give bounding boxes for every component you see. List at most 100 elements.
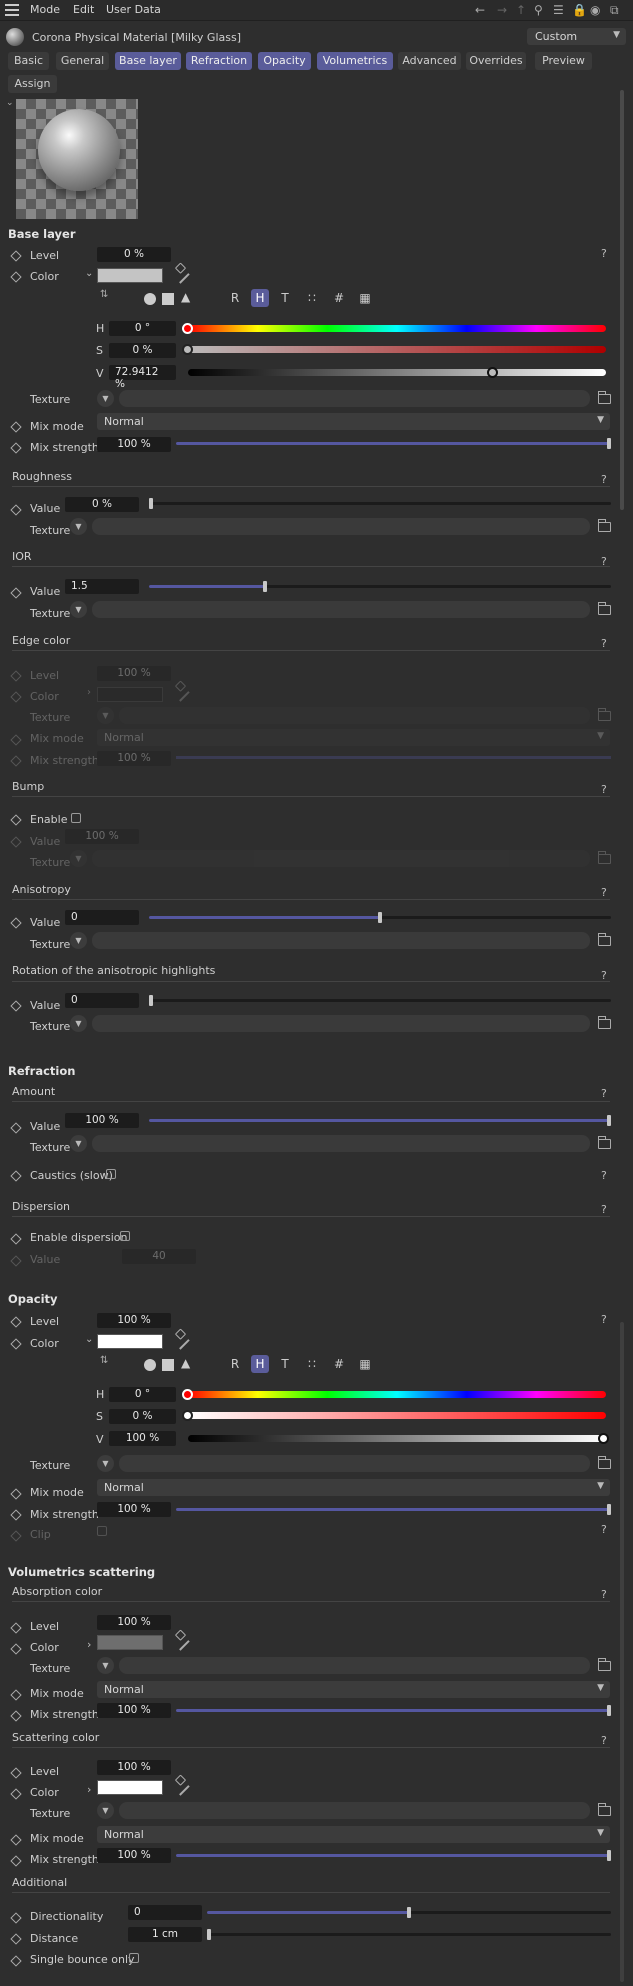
slider-knob[interactable] <box>378 912 382 923</box>
ior-value-field[interactable]: 1.5 <box>65 579 139 594</box>
slider-knob[interactable] <box>407 1907 411 1918</box>
image-picker-icon[interactable]: ▲ <box>181 290 190 304</box>
folder-icon[interactable] <box>598 1658 611 1671</box>
scattering-mix-strength-slider[interactable] <box>176 1850 611 1861</box>
search-icon[interactable]: ⚲ <box>534 3 543 17</box>
eyedropper-icon[interactable] <box>171 1331 190 1350</box>
anisotropy-value-field[interactable]: 0 <box>65 910 139 925</box>
base-saturation-field[interactable]: 0 % <box>109 343 176 358</box>
circle-picker-icon[interactable] <box>144 1359 156 1371</box>
keyframe-diamond-icon[interactable] <box>10 1170 22 1182</box>
hue-knob[interactable] <box>182 323 193 334</box>
slider-knob[interactable] <box>607 438 611 449</box>
keyframe-diamond-icon[interactable] <box>10 814 22 826</box>
back-arrow-icon[interactable]: ← <box>475 3 485 17</box>
distance-field[interactable]: 1 cm <box>128 1927 202 1942</box>
filter-icon[interactable]: ☰ <box>553 3 564 17</box>
keyframe-diamond-icon[interactable] <box>10 1834 22 1846</box>
keyframe-diamond-icon[interactable] <box>10 1509 22 1521</box>
keyframe-diamond-icon[interactable] <box>10 587 22 599</box>
mode-rgb[interactable]: R <box>226 1355 244 1373</box>
texture-menu-button[interactable]: ▼ <box>70 518 87 535</box>
keyframe-diamond-icon[interactable] <box>10 1643 22 1655</box>
keyframe-diamond-icon[interactable] <box>10 1767 22 1779</box>
scrollbar[interactable] <box>620 90 624 510</box>
keyframe-diamond-icon[interactable] <box>10 1000 22 1012</box>
chevron-down-icon[interactable]: ⌄ <box>85 268 93 279</box>
help-icon[interactable]: ? <box>601 247 607 260</box>
value-slider[interactable] <box>188 367 606 378</box>
tab-overrides[interactable]: Overrides <box>466 52 526 70</box>
slider-knob[interactable] <box>607 1504 611 1515</box>
folder-icon[interactable] <box>598 1136 611 1149</box>
base-mix-strength-slider[interactable] <box>176 438 611 449</box>
hue-slider[interactable] <box>182 323 606 334</box>
menu-user-data[interactable]: User Data <box>106 3 161 16</box>
slider-knob[interactable] <box>607 1705 611 1716</box>
bump-enable-checkbox[interactable] <box>71 813 81 823</box>
distance-slider[interactable] <box>207 1929 611 1940</box>
circle-picker-icon[interactable] <box>144 293 156 305</box>
folder-icon[interactable] <box>598 1803 611 1816</box>
folder-icon[interactable] <box>598 519 611 532</box>
hue-slider[interactable] <box>182 1389 606 1400</box>
help-icon[interactable]: ? <box>601 473 607 486</box>
single-bounce-checkbox[interactable] <box>129 1953 139 1963</box>
roughness-slider[interactable] <box>149 498 611 509</box>
absorption-texture-slot[interactable] <box>119 1657 590 1674</box>
chevron-right-icon[interactable]: › <box>87 1783 91 1796</box>
tab-advanced[interactable]: Advanced <box>398 52 461 70</box>
chevron-down-icon[interactable]: ⌄ <box>85 1334 93 1345</box>
keyframe-diamond-icon[interactable] <box>10 1788 22 1800</box>
eyedropper-icon[interactable] <box>171 1632 190 1651</box>
tab-preview[interactable]: Preview <box>535 52 592 70</box>
base-value-field[interactable]: 72.9412 % <box>109 365 176 390</box>
saturation-slider[interactable] <box>182 344 606 355</box>
folder-icon[interactable] <box>598 933 611 946</box>
absorption-mix-strength-slider[interactable] <box>176 1705 611 1716</box>
keyframe-diamond-icon[interactable] <box>10 1338 22 1350</box>
scattering-texture-slot[interactable] <box>119 1802 590 1819</box>
roughness-value-field[interactable]: 0 % <box>65 497 139 512</box>
texture-menu-button[interactable]: ▼ <box>97 1657 114 1674</box>
absorption-color-swatch[interactable] <box>97 1635 163 1650</box>
mode-mixer-icon[interactable]: ∷ <box>303 1355 321 1373</box>
tab-general[interactable]: General <box>56 52 109 70</box>
mode-temperature[interactable]: T <box>276 1355 294 1373</box>
saturation-knob[interactable] <box>182 344 193 355</box>
keyframe-diamond-icon[interactable] <box>10 1933 22 1945</box>
lock-icon[interactable]: 🔒 <box>572 3 587 17</box>
keyframe-diamond-icon[interactable] <box>10 1488 22 1500</box>
scattering-mix-strength-field[interactable]: 100 % <box>97 1848 171 1863</box>
folder-icon[interactable] <box>598 1016 611 1029</box>
texture-menu-button[interactable]: ▼ <box>70 1135 87 1152</box>
refraction-slider[interactable] <box>149 1115 611 1126</box>
base-level-field[interactable]: 0 % <box>97 247 171 262</box>
chevron-right-icon[interactable]: › <box>87 1638 91 1651</box>
image-picker-icon[interactable]: ▲ <box>181 1356 190 1370</box>
value-knob[interactable] <box>487 367 498 378</box>
roughness-texture-slot[interactable] <box>92 518 590 535</box>
saturation-knob[interactable] <box>182 1410 193 1421</box>
menu-edit[interactable]: Edit <box>73 3 94 16</box>
rotation-texture-slot[interactable] <box>92 1015 590 1032</box>
tab-base-layer[interactable]: Base layer <box>115 52 181 70</box>
collapse-arrows-icon[interactable]: ⇅ <box>100 289 108 300</box>
texture-menu-button[interactable]: ▼ <box>70 932 87 949</box>
slider-knob[interactable] <box>607 1850 611 1861</box>
absorption-mix-strength-field[interactable]: 100 % <box>97 1703 171 1718</box>
caustics-checkbox[interactable] <box>106 1169 116 1179</box>
texture-menu-button[interactable]: ▼ <box>70 601 87 618</box>
preset-dropdown[interactable]: Custom ▼ <box>527 28 626 45</box>
eyedropper-icon[interactable] <box>171 265 190 284</box>
tab-refraction[interactable]: Refraction <box>186 52 252 70</box>
mode-hsv[interactable]: H <box>251 289 269 307</box>
opacity-mix-mode-dropdown[interactable]: Normal ▼ <box>97 1479 610 1496</box>
ior-slider[interactable] <box>149 581 611 592</box>
target-icon[interactable]: ◉ <box>590 3 600 17</box>
scattering-mix-mode-dropdown[interactable]: Normal ▼ <box>97 1826 610 1843</box>
ior-texture-slot[interactable] <box>92 601 590 618</box>
slider-knob[interactable] <box>149 498 153 509</box>
folder-icon[interactable] <box>598 391 611 404</box>
anisotropy-slider[interactable] <box>149 912 611 923</box>
